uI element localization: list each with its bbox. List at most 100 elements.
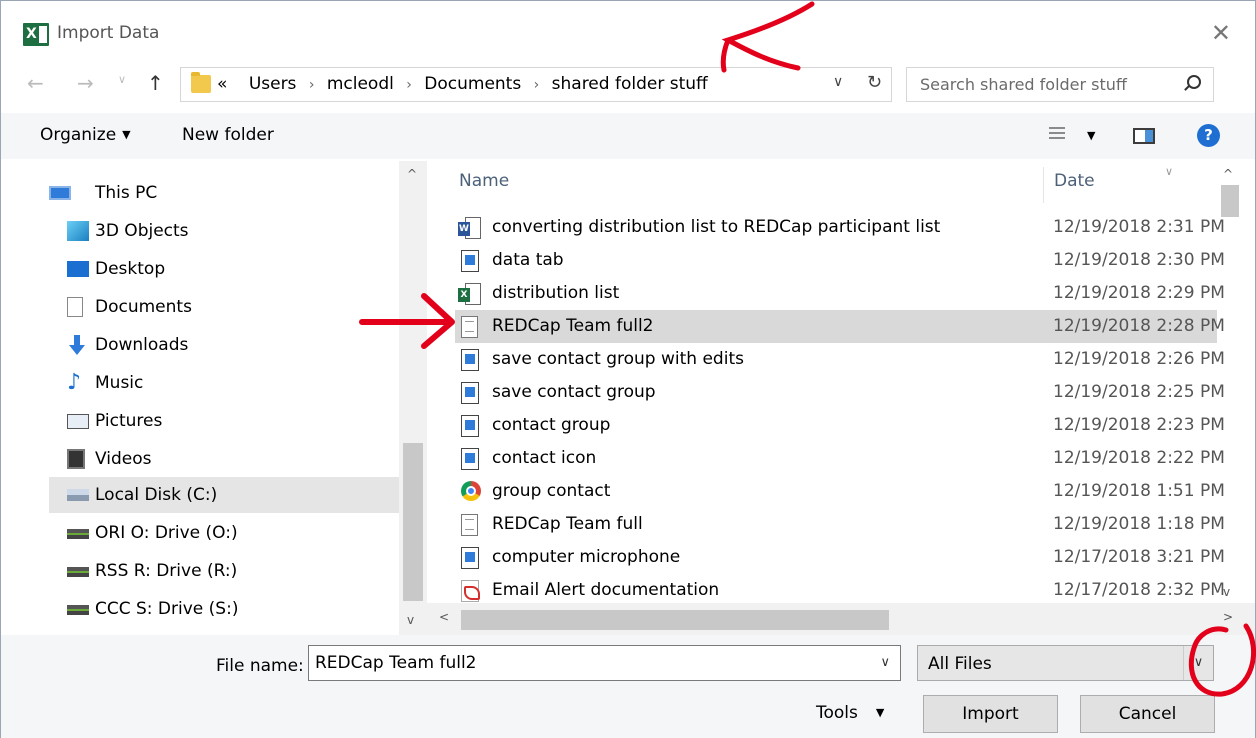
file-name: REDCap Team full2 bbox=[492, 316, 654, 336]
nav-item-videos[interactable]: Videos bbox=[67, 441, 417, 477]
nav-item-this-pc[interactable]: This PC bbox=[49, 175, 399, 211]
tools-button[interactable]: Tools ▼ bbox=[816, 703, 884, 723]
breadcrumb-item-current-folder[interactable]: shared folder stuff bbox=[552, 74, 708, 94]
file-row-selected[interactable]: REDCap Team full2 12/19/2018 2:28 PM bbox=[455, 310, 1225, 343]
file-row[interactable]: computer microphone 12/17/2018 3:21 PM bbox=[455, 541, 1225, 574]
file-row[interactable]: contact icon 12/19/2018 2:22 PM bbox=[455, 442, 1225, 475]
scroll-down-arrow-icon[interactable]: v bbox=[1223, 585, 1230, 599]
3d-objects-icon bbox=[67, 221, 89, 241]
column-header-date[interactable]: Date bbox=[1054, 171, 1095, 191]
nav-item-label: Local Disk (C:) bbox=[95, 485, 218, 505]
nav-item-rss-drive[interactable]: RSS R: Drive (R:) bbox=[67, 553, 417, 589]
sort-chevron-icon: ∨ bbox=[1165, 165, 1174, 178]
nav-item-downloads[interactable]: Downloads bbox=[67, 327, 417, 363]
refresh-icon[interactable]: ↻ bbox=[867, 72, 882, 93]
chevron-down-icon[interactable]: ∨ bbox=[833, 74, 843, 90]
file-row[interactable]: save contact group 12/19/2018 2:25 PM bbox=[455, 376, 1225, 409]
file-row[interactable]: contact group 12/19/2018 2:23 PM bbox=[455, 409, 1225, 442]
up-arrow-icon[interactable]: ↑ bbox=[147, 71, 164, 95]
scrollbar-thumb[interactable] bbox=[461, 610, 889, 630]
search-box[interactable] bbox=[906, 67, 1214, 102]
folder-icon bbox=[191, 72, 211, 93]
scrollbar-thumb[interactable] bbox=[403, 443, 423, 601]
breadcrumb-separator-icon[interactable]: › bbox=[406, 77, 412, 93]
organize-button[interactable]: Organize ▼ bbox=[40, 125, 131, 145]
nav-item-documents[interactable]: Documents bbox=[67, 289, 417, 325]
back-arrow-icon[interactable]: ← bbox=[27, 71, 44, 95]
nav-item-label: Videos bbox=[95, 449, 152, 469]
chevron-down-icon[interactable]: ∨ bbox=[880, 655, 890, 670]
recent-locations-chevron-icon[interactable]: ∨ bbox=[118, 73, 126, 86]
forward-arrow-icon[interactable]: → bbox=[77, 71, 94, 95]
file-row[interactable]: converting distribution list to REDCap p… bbox=[455, 211, 1225, 244]
file-date: 12/19/2018 2:25 PM bbox=[1053, 382, 1225, 402]
close-icon[interactable]: ✕ bbox=[1211, 19, 1231, 47]
chrome-icon bbox=[461, 481, 481, 501]
organize-label: Organize bbox=[40, 125, 117, 145]
nav-item-local-disk[interactable]: Local Disk (C:) bbox=[49, 477, 399, 513]
scroll-down-arrow-icon[interactable]: v bbox=[407, 613, 414, 627]
nav-item-desktop[interactable]: Desktop bbox=[67, 251, 417, 287]
cancel-button[interactable]: Cancel bbox=[1080, 695, 1215, 733]
documents-icon bbox=[67, 297, 83, 317]
scroll-up-arrow-icon[interactable]: ^ bbox=[407, 167, 417, 181]
excel-icon: X bbox=[23, 23, 49, 46]
nav-item-music[interactable]: ♪ Music bbox=[67, 365, 417, 401]
scroll-right-arrow-icon[interactable]: > bbox=[1223, 610, 1233, 624]
nav-item-label: This PC bbox=[95, 183, 158, 203]
excel-file-icon bbox=[458, 283, 481, 305]
nav-item-label: Documents bbox=[95, 297, 192, 317]
caret-down-icon[interactable]: ▼ bbox=[1087, 129, 1095, 142]
scroll-up-arrow-icon[interactable]: ^ bbox=[1223, 167, 1233, 181]
file-row[interactable]: data tab 12/19/2018 2:30 PM bbox=[455, 244, 1225, 277]
preview-pane-icon[interactable] bbox=[1133, 128, 1155, 144]
caret-down-icon: ▼ bbox=[122, 128, 131, 141]
file-row[interactable]: REDCap Team full 12/19/2018 1:18 PM bbox=[455, 508, 1225, 541]
nav-item-label: Pictures bbox=[95, 411, 163, 431]
nav-item-pictures[interactable]: Pictures bbox=[67, 403, 417, 439]
image-file-icon bbox=[461, 415, 479, 437]
file-name: save contact group with edits bbox=[492, 349, 744, 369]
help-icon[interactable]: ? bbox=[1197, 124, 1220, 147]
new-folder-button[interactable]: New folder bbox=[182, 125, 274, 145]
chevron-down-icon[interactable]: ∨ bbox=[1183, 646, 1213, 680]
scroll-left-arrow-icon[interactable]: < bbox=[439, 610, 449, 624]
import-button[interactable]: Import bbox=[923, 695, 1058, 733]
breadcrumb-separator-icon[interactable]: › bbox=[534, 77, 540, 93]
scrollbar-thumb[interactable] bbox=[1221, 185, 1239, 217]
image-file-icon bbox=[461, 448, 479, 470]
file-row[interactable]: distribution list 12/19/2018 2:29 PM bbox=[455, 277, 1225, 310]
address-bar[interactable]: « Users › mcleodl › Documents › shared f… bbox=[180, 67, 892, 102]
downloads-icon bbox=[67, 335, 87, 355]
column-divider[interactable] bbox=[1043, 167, 1044, 203]
nav-pane-scrollbar[interactable]: ^ v bbox=[399, 161, 427, 635]
file-name-input[interactable] bbox=[309, 646, 869, 680]
search-input[interactable] bbox=[907, 68, 1167, 101]
file-date: 12/19/2018 1:51 PM bbox=[1053, 481, 1225, 501]
nav-item-3d-objects[interactable]: 3D Objects bbox=[67, 213, 417, 249]
breadcrumb-item-mcleodl[interactable]: mcleodl bbox=[327, 74, 394, 94]
file-date: 12/19/2018 2:23 PM bbox=[1053, 415, 1225, 435]
search-icon[interactable] bbox=[1187, 75, 1201, 89]
file-row[interactable]: group contact 12/19/2018 1:51 PM bbox=[455, 475, 1225, 508]
file-list-vertical-scrollbar[interactable]: ^ v bbox=[1217, 161, 1245, 601]
file-name: data tab bbox=[492, 250, 564, 270]
breadcrumb-item-users[interactable]: Users bbox=[249, 74, 297, 94]
nav-item-ccc-drive[interactable]: CCC S: Drive (S:) bbox=[67, 591, 417, 627]
breadcrumb-overflow[interactable]: « bbox=[217, 74, 227, 94]
title-bar: X Import Data ✕ bbox=[1, 1, 1255, 53]
file-row[interactable]: save contact group with edits 12/19/2018 … bbox=[455, 343, 1225, 376]
file-type-dropdown[interactable]: All Files ∨ bbox=[917, 645, 1214, 681]
nav-item-ori-drive[interactable]: ORI O: Drive (O:) bbox=[67, 515, 417, 551]
text-file-icon bbox=[461, 514, 478, 536]
file-name: computer microphone bbox=[492, 547, 681, 567]
file-list-horizontal-scrollbar[interactable]: < > bbox=[427, 603, 1255, 635]
view-options-icon[interactable] bbox=[1049, 127, 1065, 143]
column-header-name[interactable]: Name bbox=[459, 171, 509, 191]
text-file-icon bbox=[461, 316, 478, 338]
breadcrumb-item-documents[interactable]: Documents bbox=[424, 74, 521, 94]
breadcrumb-separator-icon[interactable]: › bbox=[309, 77, 315, 93]
network-drive-icon bbox=[67, 529, 89, 539]
file-name-combobox[interactable]: ∨ bbox=[308, 645, 901, 681]
tools-label: Tools bbox=[816, 703, 858, 723]
